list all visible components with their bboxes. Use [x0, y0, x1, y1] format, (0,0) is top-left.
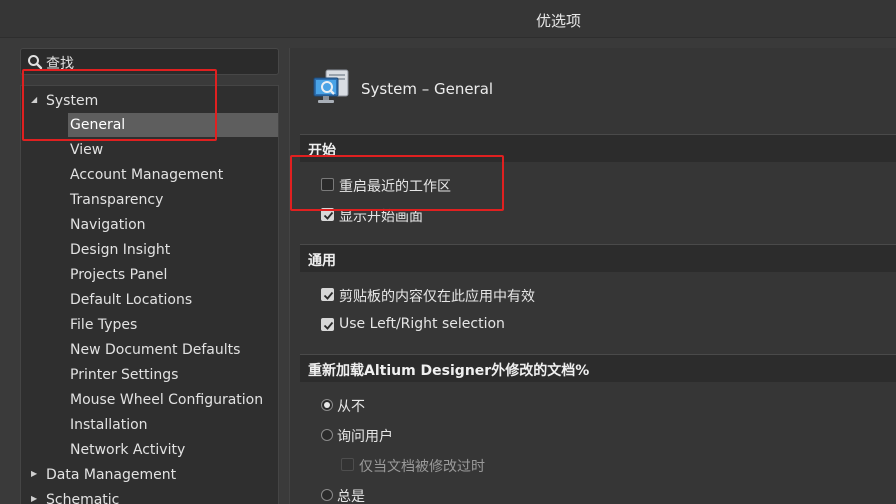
title-bar: 优选项	[0, 0, 896, 38]
page-title: System – General	[361, 80, 494, 98]
tree-item-default-locations[interactable]: Default Locations	[70, 288, 192, 312]
left-right-selection-label: Use Left/Right selection	[339, 316, 505, 332]
tree-item-account-management[interactable]: Account Management	[70, 163, 223, 187]
tree-item-file-types[interactable]: File Types	[70, 313, 137, 337]
collapsed-caret-icon[interactable]: ▶	[31, 469, 37, 478]
reload-ask-user-radio[interactable]	[321, 429, 333, 441]
highlight-box-system	[22, 69, 217, 141]
tree-item-data-management[interactable]: Data Management	[46, 463, 176, 487]
tree-item-navigation[interactable]: Navigation	[70, 213, 146, 237]
highlight-box-restart-workspace	[290, 155, 504, 211]
section-reload: 重新加载Altium Designer外修改的文档%	[300, 354, 896, 382]
only-if-modified-label: 仅当文档被修改过时	[359, 459, 485, 475]
only-if-modified-checkbox[interactable]	[341, 458, 354, 471]
tree-item-view[interactable]: View	[70, 138, 103, 162]
tree-item-installation[interactable]: Installation	[70, 413, 148, 437]
section-general: 通用	[300, 244, 896, 272]
search-icon	[28, 55, 43, 70]
tree-item-design-insight[interactable]: Design Insight	[70, 238, 170, 262]
section-title-general: 通用	[308, 253, 336, 269]
tree-item-projects-panel[interactable]: Projects Panel	[70, 263, 167, 287]
system-general-icon	[313, 69, 349, 103]
window-title: 优选项	[536, 12, 582, 30]
reload-ask-user-label: 询问用户	[337, 429, 393, 445]
collapsed-caret-icon[interactable]: ▶	[31, 494, 37, 503]
reload-never-radio[interactable]	[321, 399, 333, 411]
tree-item-new-document-defaults[interactable]: New Document Defaults	[70, 338, 240, 362]
reload-always-label: 总是	[337, 489, 365, 504]
tree-item-schematic[interactable]: Schematic	[46, 488, 119, 504]
reload-always-radio[interactable]	[321, 489, 333, 501]
left-right-selection-checkbox[interactable]	[321, 318, 334, 331]
clipboard-app-only-label: 剪贴板的内容仅在此应用中有效	[339, 289, 535, 305]
preferences-tree: ◢ System General View Account Management…	[20, 85, 279, 504]
tree-item-network-activity[interactable]: Network Activity	[70, 438, 185, 462]
section-title-reload: 重新加载Altium Designer外修改的文档%	[308, 363, 590, 379]
tree-item-mouse-wheel-configuration[interactable]: Mouse Wheel Configuration	[70, 388, 263, 412]
reload-never-label: 从不	[337, 399, 365, 415]
tree-item-printer-settings[interactable]: Printer Settings	[70, 363, 178, 387]
tree-item-transparency[interactable]: Transparency	[70, 188, 163, 212]
clipboard-app-only-checkbox[interactable]	[321, 288, 334, 301]
